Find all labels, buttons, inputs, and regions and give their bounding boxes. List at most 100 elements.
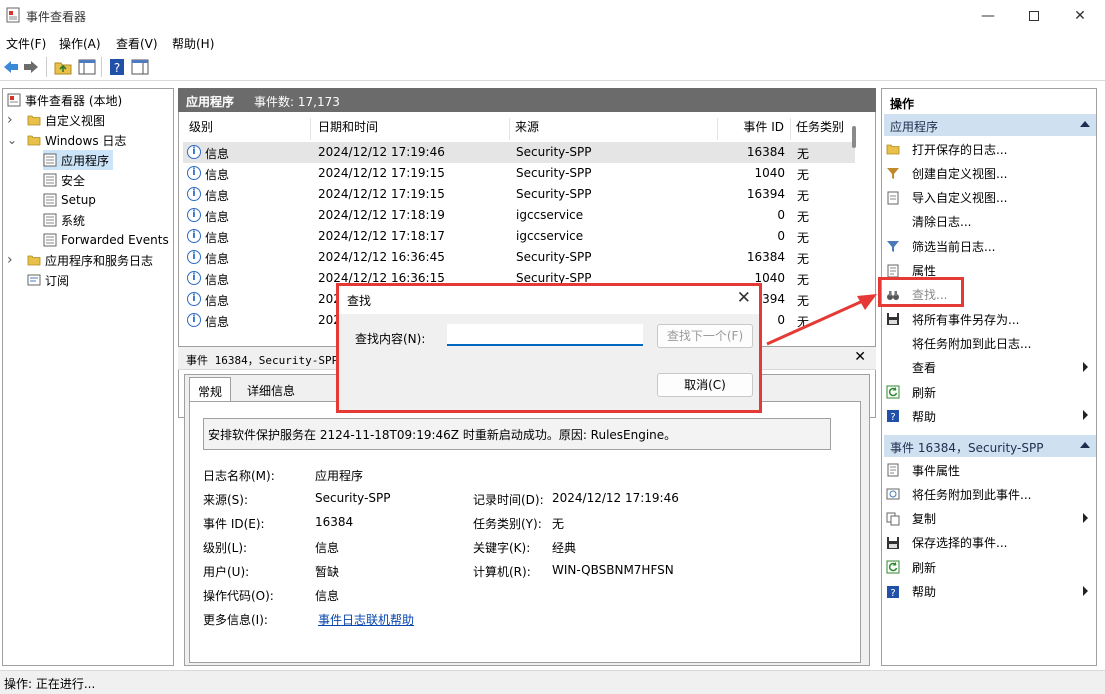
minimize-button[interactable]: — [965, 0, 1011, 31]
table-row[interactable]: i 信息 2024/12/12 17:18:17 igccservice 0 无 [183, 226, 855, 247]
title-bar: 事件查看器 — ✕ [0, 0, 1105, 31]
collapse-icon[interactable] [1080, 442, 1090, 448]
column-header-event-id[interactable]: 事件 ID [719, 118, 791, 140]
back-arrow-icon[interactable] [2, 58, 20, 76]
toolbar-divider [46, 57, 47, 77]
filter-icon [887, 241, 899, 253]
action-item[interactable]: 将所有事件另存为... [886, 308, 1094, 330]
field-value: Security-SPP [315, 491, 391, 505]
find-dialog: 查找 ✕ 查找内容(N): 查找下一个(F) 取消(C) [336, 283, 762, 413]
tab-details[interactable]: 详细信息 [239, 377, 303, 401]
table-row[interactable]: i 信息 2024/12/12 17:19:15 Security-SPP 1040 无 [183, 163, 855, 184]
cell-event-id: 16384 [746, 145, 785, 159]
tree-item-windows-logs[interactable]: ⌄ Windows 日志 [7, 130, 126, 150]
actions-section-application[interactable]: 应用程序 [884, 114, 1096, 136]
table-row[interactable]: i 信息 2024/12/12 17:18:19 igccservice 0 无 [183, 205, 855, 226]
close-icon[interactable]: ✕ [854, 349, 866, 365]
close-icon[interactable]: ✕ [737, 288, 751, 308]
tree-item-subscriptions[interactable]: 订阅 [27, 270, 69, 290]
close-button[interactable]: ✕ [1057, 0, 1103, 31]
log-icon [43, 153, 57, 167]
maximize-icon [1029, 10, 1039, 21]
table-row[interactable]: i 信息 2024/12/12 17:19:15 Security-SPP 16394 无 [183, 184, 855, 205]
chevron-right-icon [1083, 512, 1088, 523]
action-item[interactable]: ? 帮助 [886, 581, 1094, 603]
scrollbar[interactable] [851, 126, 857, 416]
annotation-arrow [766, 294, 877, 346]
action-item[interactable]: 复制 [886, 508, 1094, 530]
cell-task-category: 无 [797, 168, 810, 182]
menu-action[interactable]: 操作(A) [59, 35, 101, 52]
folder-up-icon[interactable] [54, 58, 72, 76]
tab-general[interactable]: 常规 [189, 377, 232, 401]
column-header-source[interactable]: 来源 [511, 118, 718, 140]
action-item[interactable]: 查看 [886, 357, 1094, 379]
column-header-task-category[interactable]: 任务类别 [792, 118, 856, 140]
menu-view[interactable]: 查看(V) [116, 35, 158, 52]
show-hide-tree-icon[interactable] [78, 58, 96, 76]
action-item[interactable]: 将任务附加到此事件... [886, 483, 1094, 505]
actions-title: 操作 [890, 97, 915, 111]
forward-arrow-icon[interactable] [22, 58, 40, 76]
tree-item-forwarded-events[interactable]: Forwarded Events [43, 230, 169, 250]
info-icon: i [187, 271, 201, 285]
maximize-button[interactable] [1011, 0, 1057, 31]
cell-source: Security-SPP [516, 250, 592, 264]
info-icon: i [187, 292, 201, 306]
section-title: 应用程序 [890, 120, 939, 134]
action-item[interactable]: 保存选择的事件... [886, 532, 1094, 554]
info-icon: i [187, 313, 201, 327]
menu-file[interactable]: 文件(F) [6, 35, 46, 52]
tree-item-root[interactable]: 事件查看器 (本地) [7, 90, 122, 110]
help-icon[interactable]: ? [108, 58, 126, 76]
tree-item-application[interactable]: 应用程序 [43, 150, 114, 170]
action-item[interactable]: 将任务附加到此日志... [886, 332, 1094, 354]
find-next-button[interactable]: 查找下一个(F) [657, 324, 753, 348]
cell-level: 信息 [205, 231, 230, 245]
tree-item-system[interactable]: 系统 [43, 210, 85, 230]
action-item[interactable]: 刷新 [886, 381, 1094, 403]
tree-item-custom-views[interactable]: › 自定义视图 [7, 110, 105, 130]
find-input[interactable] [447, 324, 643, 346]
tree-item-app-service-logs[interactable]: › 应用程序和服务日志 [7, 250, 153, 270]
event-detail-panel: 常规 详细信息 安排软件保护服务在 2124-11-18T09:19:46Z 时… [184, 374, 870, 666]
column-header-datetime[interactable]: 日期和时间 [312, 118, 510, 140]
action-item[interactable]: 导入自定义视图... [886, 187, 1094, 209]
table-row[interactable]: i 信息 2024/12/12 17:19:46 Security-SPP 16384 无 [183, 142, 855, 163]
chevron-down-icon[interactable]: ⌄ [7, 133, 27, 147]
action-item[interactable]: 清除日志... [886, 211, 1094, 233]
action-item[interactable]: 创建自定义视图... [886, 162, 1094, 184]
scrollbar-thumb[interactable] [852, 126, 856, 148]
dialog-title: 查找 [347, 294, 372, 308]
cell-source: igccservice [516, 229, 584, 243]
cell-level: 信息 [205, 252, 230, 266]
cancel-button[interactable]: 取消(C) [657, 373, 753, 397]
action-item[interactable]: 筛选当前日志... [886, 235, 1094, 257]
table-row[interactable]: i 信息 2024/12/12 16:36:45 Security-SPP 16384 无 [183, 247, 855, 268]
folder-icon [27, 255, 41, 266]
action-item[interactable]: ? 帮助 [886, 405, 1094, 427]
cell-event-id: 16394 [746, 187, 785, 201]
chevron-right-icon[interactable]: › [7, 112, 27, 128]
cell-level: 信息 [205, 147, 230, 161]
tree-item-security[interactable]: 安全 [43, 170, 85, 190]
actions-section-event[interactable]: 事件 16384，Security-SPP [884, 435, 1096, 457]
chevron-right-icon[interactable]: › [7, 252, 27, 268]
column-header-level[interactable]: 级别 [183, 118, 311, 140]
show-hide-action-pane-icon[interactable] [131, 58, 149, 76]
action-item[interactable]: 刷新 [886, 556, 1094, 578]
info-icon: i [187, 250, 201, 264]
menu-help[interactable]: 帮助(H) [172, 35, 214, 52]
action-item[interactable]: 打开保存的日志... [886, 138, 1094, 160]
info-icon: i [187, 145, 201, 159]
collapse-icon[interactable] [1080, 121, 1090, 127]
dialog-body: 查找内容(N): 查找下一个(F) 取消(C) [339, 314, 759, 410]
tree-item-label: 系统 [61, 213, 86, 228]
online-help-link[interactable]: 事件日志联机帮助 [318, 611, 414, 628]
tree-item-setup[interactable]: Setup [43, 190, 96, 210]
action-item[interactable]: 事件属性 [886, 459, 1094, 481]
action-label: 复制 [912, 512, 937, 527]
chevron-right-icon [1083, 361, 1088, 372]
action-label: 将所有事件另存为... [912, 312, 1020, 327]
navigation-tree: 事件查看器 (本地) › 自定义视图 ⌄ Windows 日志 应用程序 安全 … [2, 88, 174, 666]
